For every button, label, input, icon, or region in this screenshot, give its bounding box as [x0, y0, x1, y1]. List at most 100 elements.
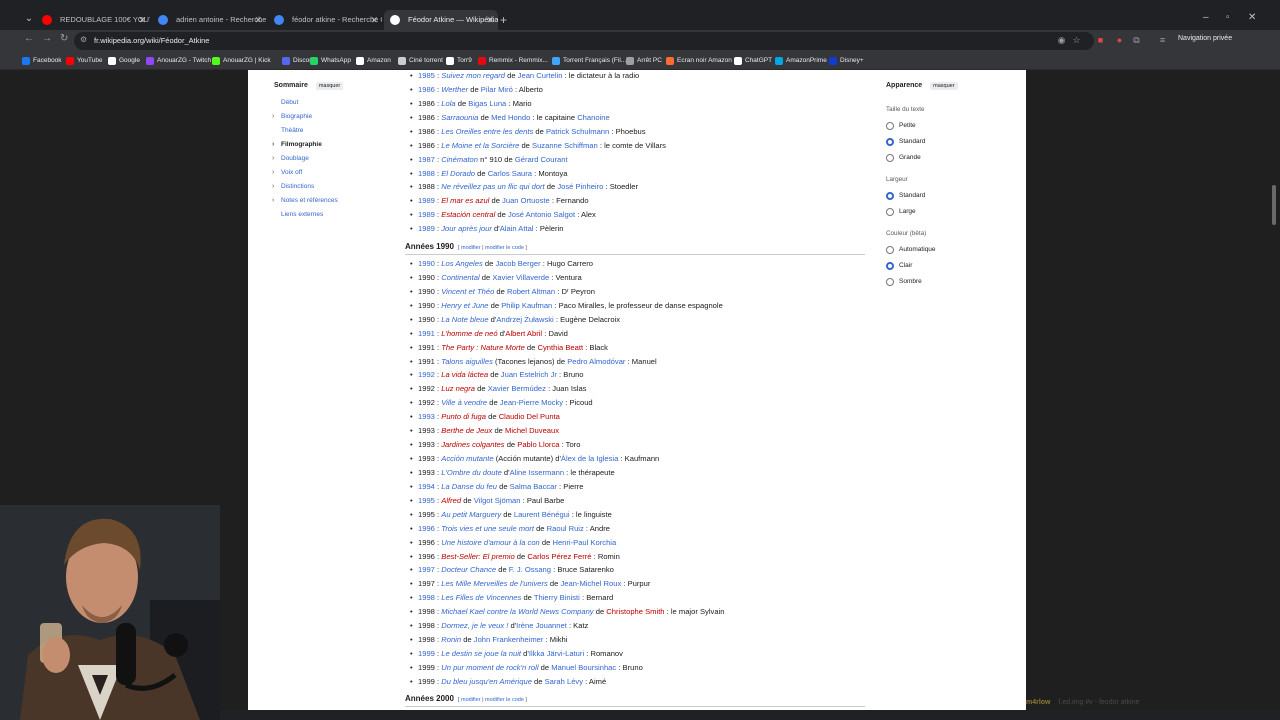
tab-close-icon[interactable]: ✕ — [138, 10, 146, 30]
edit-source-link[interactable]: modifier le code — [485, 245, 524, 251]
edit-link[interactable]: modifier — [461, 697, 481, 703]
film-year[interactable]: 1994 — [418, 482, 435, 491]
film-director-link[interactable]: Aline Issermann — [510, 468, 564, 477]
browser-tab[interactable]: REDOUBLAGE 100€ YOUTUBE✕ — [36, 10, 150, 30]
film-director-link[interactable]: Ilkka Järvi-Laturi — [529, 649, 584, 658]
film-title-link[interactable]: Talons aiguilles — [441, 357, 493, 366]
toc-item[interactable]: Théâtre — [274, 124, 384, 138]
film-director-link[interactable]: Albert Abril — [505, 329, 542, 338]
film-director-link[interactable]: Manuel Boursinhac — [551, 663, 616, 672]
tab-close-icon[interactable]: ✕ — [254, 10, 262, 30]
film-year[interactable]: 1993 — [418, 412, 435, 421]
film-title-link[interactable]: Ronin — [441, 635, 461, 644]
film-director-link[interactable]: John Frankenheimer — [474, 635, 544, 644]
film-title-link[interactable]: Jour après jour — [441, 224, 492, 233]
film-director-link[interactable]: Suzanne Schiffman — [532, 141, 598, 150]
bookmark-item[interactable]: Torr9 — [446, 55, 472, 67]
address-bar[interactable]: ⚙ fr.wikipedia.org/wiki/Féodor_Atkine — [74, 32, 1094, 50]
film-director-link[interactable]: Irène Jouannet — [516, 621, 567, 630]
toc-item[interactable]: › Biographie — [272, 110, 384, 124]
film-director-link[interactable]: Xavier Villaverde — [492, 273, 549, 282]
film-title-link[interactable]: Vincent et Théo — [441, 287, 494, 296]
bookmark-item[interactable]: Torrent Français (Fil... — [552, 55, 626, 67]
radio-button[interactable] — [886, 246, 894, 254]
film-title-link[interactable]: El mar es azul — [441, 196, 489, 205]
film-director-link[interactable]: Med Hondo — [491, 113, 530, 122]
film-title-link[interactable]: Une histoire d'amour à la con — [441, 538, 540, 547]
film-director-link[interactable]: Salma Baccar — [510, 482, 557, 491]
browser-tab[interactable]: Féodor Atkine — Wikipédia ✕ — [384, 10, 498, 30]
film-director-link[interactable]: José Antonio Salgot — [508, 210, 575, 219]
film-title-link[interactable]: Trois vies et une seule mort — [441, 524, 534, 533]
film-director-link[interactable]: Xavier Bermúdez — [488, 384, 546, 393]
media-control-icon[interactable]: ≡ — [1157, 35, 1168, 46]
film-title-link[interactable]: Cinématon — [441, 155, 478, 164]
film-title-link[interactable]: Docteur Chance — [441, 565, 496, 574]
bookmark-item[interactable]: YouTube — [66, 55, 103, 67]
radio-option[interactable]: Petite — [886, 118, 996, 134]
film-title-link[interactable]: Acción mutante — [441, 454, 493, 463]
film-title-link[interactable]: La Note bleue — [441, 315, 488, 324]
bookmark-item[interactable]: ChatGPT — [734, 55, 772, 67]
film-director-link[interactable]: Thierry Binisti — [534, 593, 580, 602]
film-director-link[interactable]: Juan Ortuoste — [502, 196, 550, 205]
film-title-link[interactable]: Les Mille Merveilles de l'univers — [441, 579, 548, 588]
site-info-icon[interactable]: ⚙ — [80, 35, 90, 45]
bookmark-item[interactable]: Remmix - Remmix... — [478, 55, 548, 67]
scrollbar-thumb[interactable] — [1272, 185, 1276, 225]
film-year[interactable]: 1991 — [418, 329, 435, 338]
film-year[interactable]: 1998 — [418, 593, 435, 602]
film-title-link[interactable]: Los Angeles — [441, 259, 483, 268]
film-year[interactable]: 1985 — [418, 71, 435, 80]
toc-item[interactable]: Début — [274, 96, 384, 110]
chevron-right-icon[interactable]: › — [272, 180, 274, 194]
film-title-link[interactable]: Alfred — [441, 496, 461, 505]
film-title-link[interactable]: Punto di fuga — [441, 412, 486, 421]
close-window-icon[interactable]: ✕ — [1248, 12, 1256, 23]
film-title-link[interactable]: Berthe de Jeux — [441, 426, 492, 435]
film-director-link[interactable]: Cynthia Beatt — [537, 343, 583, 352]
browser-tab[interactable]: adrien antoine - Recherche Goo✕ — [152, 10, 266, 30]
radio-button[interactable] — [886, 154, 894, 162]
bookmark-item[interactable]: Amazon — [356, 55, 391, 67]
film-director-link[interactable]: Laurent Bénégui — [514, 510, 570, 519]
film-title-link[interactable]: Best-Seller: El premio — [441, 552, 514, 561]
film-title-link[interactable]: La Danse du feu — [441, 482, 497, 491]
edit-source-link[interactable]: modifier le code — [485, 697, 524, 703]
radio-option[interactable]: Standard — [886, 188, 996, 204]
film-director-link[interactable]: Carlos Pérez Ferré — [527, 552, 591, 561]
film-title-link[interactable]: L'Ombre du doute — [441, 468, 502, 477]
film-title-link[interactable]: Michael Kael contre la World News Compan… — [441, 607, 593, 616]
bookmark-item[interactable]: Facebook — [22, 55, 62, 67]
toc-item[interactable]: › Voix off — [272, 166, 384, 180]
toc-item[interactable]: › Doublage — [272, 152, 384, 166]
film-title-link[interactable]: The Party : Nature Morte — [441, 343, 525, 352]
film-director-link[interactable]: Jean-Michel Roux — [560, 579, 621, 588]
toc-item[interactable]: Liens externes — [274, 208, 384, 222]
bookmark-item[interactable]: WhatsApp — [310, 55, 351, 67]
film-director-link[interactable]: Henri-Paul Korchia — [552, 538, 616, 547]
back-icon[interactable]: ← — [24, 33, 34, 44]
film-director-link[interactable]: Andrzej Żuławski — [496, 315, 553, 324]
film-director-link[interactable]: Pedro Almodóvar — [567, 357, 625, 366]
bookmark-item[interactable]: AmazonPrime — [775, 55, 827, 67]
film-title-link[interactable]: Le destin se joue la nuit — [441, 649, 521, 658]
film-title-link[interactable]: Sarraounia — [441, 113, 478, 122]
tab-close-icon[interactable]: ✕ — [370, 10, 378, 30]
bookmark-item[interactable]: Ciné torrent — [398, 55, 443, 67]
film-title-link[interactable]: Au petit Marguery — [441, 510, 501, 519]
film-title-link[interactable]: Jardines colgantes — [441, 440, 504, 449]
radio-button[interactable] — [886, 122, 894, 130]
chevron-right-icon[interactable]: › — [272, 194, 274, 208]
film-title-link[interactable]: El Dorado — [441, 169, 475, 178]
radio-button[interactable] — [886, 278, 894, 286]
film-director-link[interactable]: Michel Duveaux — [505, 426, 559, 435]
film-title-link[interactable]: Un pur moment de rock'n roll — [441, 663, 538, 672]
radio-option[interactable]: Clair — [886, 258, 996, 274]
film-director-link[interactable]: Patrick Schulmann — [546, 127, 609, 136]
film-director-link[interactable]: Alain Attal — [500, 224, 534, 233]
film-year[interactable]: 1990 — [418, 259, 435, 268]
film-title-link[interactable]: Luz negra — [441, 384, 475, 393]
bookmark-item[interactable]: AnouarZG | Kick — [212, 55, 271, 67]
film-director-link[interactable]: Pablo Llorca — [517, 440, 559, 449]
